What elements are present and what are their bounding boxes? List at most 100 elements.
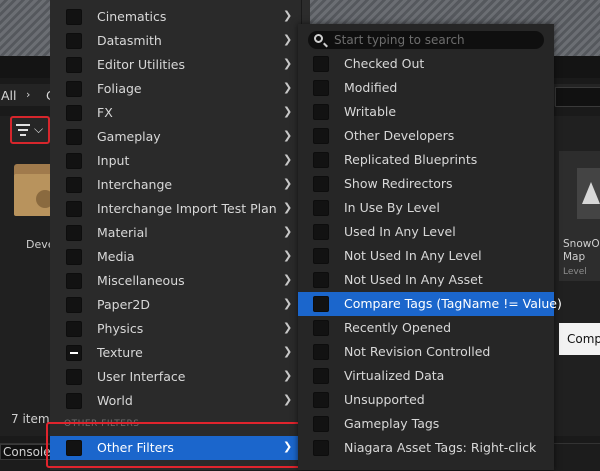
folder-tile[interactable] <box>14 158 54 216</box>
submenu-item[interactable]: Used In Any Level <box>298 220 554 244</box>
menu-item-interchange[interactable]: Interchange ❯ <box>50 173 301 197</box>
menu-item-cinematics[interactable]: Cinematics ❯ <box>50 5 301 29</box>
checkbox[interactable] <box>66 177 82 193</box>
asset-card[interactable]: SnowOc Map Level <box>559 151 600 281</box>
checkbox[interactable] <box>66 9 82 25</box>
checkbox[interactable] <box>66 57 82 73</box>
checkbox[interactable] <box>313 152 329 168</box>
menu-item-label: Foliage <box>97 81 142 96</box>
checkbox[interactable] <box>313 440 329 456</box>
submenu-item[interactable]: Not Used In Any Level <box>298 244 554 268</box>
checkbox[interactable] <box>313 56 329 72</box>
checkbox[interactable] <box>313 416 329 432</box>
submenu-item-label: Writable <box>344 104 397 119</box>
checkbox[interactable] <box>313 296 329 312</box>
submenu-item-label: Used In Any Level <box>344 224 456 239</box>
chevron-right-icon: ❯ <box>283 225 293 238</box>
submenu-item[interactable]: In Use By Level <box>298 196 554 220</box>
menu-item-interchange-import-test-plan[interactable]: Interchange Import Test Plan ❯ <box>50 197 301 221</box>
checkbox[interactable] <box>313 320 329 336</box>
checkbox[interactable] <box>66 393 82 409</box>
compile-button[interactable]: Comp <box>559 323 600 355</box>
checkbox[interactable] <box>313 368 329 384</box>
checkbox[interactable] <box>313 272 329 288</box>
checkbox-mixed[interactable] <box>66 345 82 361</box>
filter-button[interactable]: ⌵ <box>10 116 50 144</box>
menu-item-user-interface[interactable]: User Interface ❯ <box>50 365 301 389</box>
submenu-item[interactable]: Modified <box>298 76 554 100</box>
checkbox[interactable] <box>313 392 329 408</box>
menu-item-texture[interactable]: Texture ❯ <box>50 341 301 365</box>
menu-item-gameplay[interactable]: Gameplay ❯ <box>50 125 301 149</box>
submenu-item-label: Other Developers <box>344 128 455 143</box>
checkbox[interactable] <box>313 344 329 360</box>
menu-item-paper2d[interactable]: Paper2D ❯ <box>50 293 301 317</box>
checkbox[interactable] <box>66 321 82 337</box>
checkbox[interactable] <box>313 200 329 216</box>
menu-item-label: World <box>97 393 133 408</box>
submenu-item-label: Gameplay Tags <box>344 416 440 431</box>
submenu-item-label: Unsupported <box>344 392 425 407</box>
checkbox[interactable] <box>66 129 82 145</box>
search-box[interactable] <box>308 31 544 49</box>
menu-item-fx[interactable]: FX ❯ <box>50 101 301 125</box>
checkbox[interactable] <box>313 104 329 120</box>
console-input[interactable]: Console <box>0 444 52 460</box>
chevron-right-icon: ❯ <box>283 393 293 406</box>
menu-item-miscellaneous[interactable]: Miscellaneous ❯ <box>50 269 301 293</box>
checkbox[interactable] <box>66 225 82 241</box>
other-filters-submenu: Checked Out Modified Writable Other Deve… <box>298 24 562 470</box>
menu-item-label: Datasmith <box>97 33 162 48</box>
search-input[interactable] <box>334 31 539 49</box>
submenu-item-label: Not Used In Any Asset <box>344 272 483 287</box>
submenu-item[interactable]: Recently Opened <box>298 316 554 340</box>
submenu-item-label: Replicated Blueprints <box>344 152 478 167</box>
menu-item-label: FX <box>97 105 113 120</box>
menu-item-label: User Interface <box>97 369 186 384</box>
checkbox[interactable] <box>313 176 329 192</box>
menu-item-world[interactable]: World ❯ <box>50 389 301 413</box>
submenu-item[interactable]: Gameplay Tags <box>298 412 554 436</box>
search-icon <box>314 34 323 43</box>
menu-item-foliage[interactable]: Foliage ❯ <box>50 77 301 101</box>
menu-item-label: Miscellaneous <box>97 273 185 288</box>
checkbox[interactable] <box>66 201 82 217</box>
submenu-item[interactable]: Not Revision Controlled <box>298 340 554 364</box>
checkbox[interactable] <box>313 80 329 96</box>
breadcrumb-chevron-icon[interactable]: › <box>26 88 30 101</box>
content-search-input[interactable] <box>555 87 600 107</box>
chevron-right-icon: ❯ <box>283 201 293 214</box>
menu-item-input[interactable]: Input ❯ <box>50 149 301 173</box>
checkbox[interactable] <box>66 249 82 265</box>
checkbox[interactable] <box>66 33 82 49</box>
chevron-right-icon: ❯ <box>283 153 293 166</box>
checkbox[interactable] <box>66 273 82 289</box>
checkbox[interactable] <box>66 369 82 385</box>
submenu-item[interactable]: Unsupported <box>298 388 554 412</box>
submenu-item-label: Show Redirectors <box>344 176 453 191</box>
submenu-item-compare-tags[interactable]: Compare Tags (TagName != Value) <box>298 292 562 316</box>
menu-item-datasmith[interactable]: Datasmith ❯ <box>50 29 301 53</box>
breadcrumb-all[interactable]: All <box>1 88 17 103</box>
checkbox[interactable] <box>313 224 329 240</box>
menu-item-label: Paper2D <box>97 297 150 312</box>
checkbox[interactable] <box>313 248 329 264</box>
menu-item-physics[interactable]: Physics ❯ <box>50 317 301 341</box>
submenu-item[interactable]: Show Redirectors <box>298 172 554 196</box>
submenu-item[interactable]: Checked Out <box>298 52 554 76</box>
menu-item-material[interactable]: Material ❯ <box>50 221 301 245</box>
menu-item-editor-utilities[interactable]: Editor Utilities ❯ <box>50 53 301 77</box>
submenu-item[interactable]: Writable <box>298 100 554 124</box>
submenu-item[interactable]: Replicated Blueprints <box>298 148 554 172</box>
viewport-preview-left <box>0 0 50 56</box>
submenu-item[interactable]: Niagara Asset Tags: Right-click <box>298 436 554 460</box>
menu-item-media[interactable]: Media ❯ <box>50 245 301 269</box>
checkbox[interactable] <box>313 128 329 144</box>
checkbox[interactable] <box>66 81 82 97</box>
submenu-item[interactable]: Not Used In Any Asset <box>298 268 554 292</box>
checkbox[interactable] <box>66 153 82 169</box>
submenu-item[interactable]: Virtualized Data <box>298 364 554 388</box>
checkbox[interactable] <box>66 105 82 121</box>
submenu-item[interactable]: Other Developers <box>298 124 554 148</box>
checkbox[interactable] <box>66 297 82 313</box>
